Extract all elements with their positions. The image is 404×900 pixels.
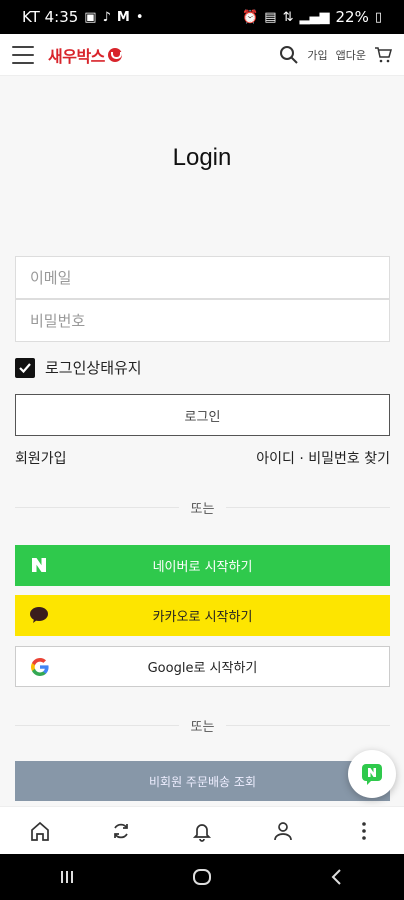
kakao-icon <box>29 605 49 625</box>
gallery-icon: ▣ <box>84 9 97 25</box>
email-field-wrapper <box>15 256 390 299</box>
status-time: KT 4:35 <box>22 8 79 26</box>
status-bar: KT 4:35 ▣ ♪ M • ⏰ ▤ ⇅ ▂▄▆ 22% ▯ <box>0 0 404 34</box>
bell-icon[interactable] <box>182 811 222 851</box>
system-nav-bar <box>0 854 404 900</box>
google-login-button[interactable]: Google로 시작하기 <box>15 646 390 687</box>
check-icon <box>19 362 31 373</box>
logo-mark-icon <box>107 47 122 62</box>
signup-link[interactable]: 회원가입 <box>15 448 67 468</box>
keep-login-row: 로그인상태유지 <box>15 357 142 378</box>
signal-icon: ▂▄▆ <box>299 9 330 25</box>
app-header: 새우박스 가입 앱다운 <box>0 34 404 76</box>
logo-text: 새우박스 <box>48 46 105 66</box>
divider-text: 또는 <box>190 720 215 735</box>
naver-talk-fab[interactable] <box>348 750 396 798</box>
battery-level: 22% <box>335 8 369 26</box>
nfc-icon: ▤ <box>264 9 277 25</box>
home-button-icon[interactable] <box>182 859 222 895</box>
account-links: 회원가입 아이디 · 비밀번호 찾기 <box>15 448 390 468</box>
find-account-link[interactable]: 아이디 · 비밀번호 찾기 <box>256 448 390 468</box>
search-icon[interactable] <box>279 45 299 65</box>
gmail-icon: M <box>116 9 130 25</box>
keep-login-checkbox[interactable] <box>15 357 35 378</box>
back-icon[interactable] <box>317 859 357 895</box>
kakao-login-button[interactable]: 카카오로 시작하기 <box>15 595 390 636</box>
naver-login-button[interactable]: 네이버로 시작하기 <box>15 545 390 586</box>
keep-login-label: 로그인상태유지 <box>45 359 142 377</box>
battery-icon: ▯ <box>374 9 382 25</box>
divider-text: 또는 <box>190 502 215 517</box>
home-icon[interactable] <box>20 811 60 851</box>
password-field[interactable] <box>16 300 389 341</box>
tiktok-icon: ♪ <box>102 9 111 25</box>
naver-icon <box>29 555 49 575</box>
chat-icon <box>362 764 382 785</box>
cart-icon[interactable] <box>374 46 392 64</box>
user-icon[interactable] <box>263 811 303 851</box>
email-field[interactable] <box>16 257 389 298</box>
page-title: Login <box>172 144 232 171</box>
lte-icon: ⇅ <box>282 9 294 25</box>
login-button[interactable]: 로그인 <box>15 394 390 436</box>
dot-icon: • <box>135 9 144 25</box>
alarm-icon: ⏰ <box>242 9 259 25</box>
password-field-wrapper <box>15 299 390 342</box>
login-page: Login 로그인상태유지 로그인 회원가입 아이디 · 비밀번호 찾기 또는 … <box>0 76 404 806</box>
refresh-icon[interactable] <box>101 811 141 851</box>
naver-button-label: 네이버로 시작하기 <box>152 560 253 575</box>
recents-icon[interactable] <box>47 859 87 895</box>
app-download-link[interactable]: 앱다운 <box>336 47 366 63</box>
menu-icon[interactable] <box>12 45 34 64</box>
more-icon[interactable] <box>344 811 384 851</box>
google-button-label: Google로 시작하기 <box>147 661 258 676</box>
divider: 또는 <box>15 716 390 735</box>
bottom-nav <box>0 806 404 854</box>
divider: 또는 <box>15 498 390 517</box>
kakao-button-label: 카카오로 시작하기 <box>152 610 253 625</box>
join-link[interactable]: 가입 <box>307 47 327 63</box>
guest-order-button[interactable]: 비회원 주문배송 조회 <box>15 761 390 801</box>
google-icon <box>30 657 50 677</box>
logo[interactable]: 새우박스 <box>48 43 122 67</box>
